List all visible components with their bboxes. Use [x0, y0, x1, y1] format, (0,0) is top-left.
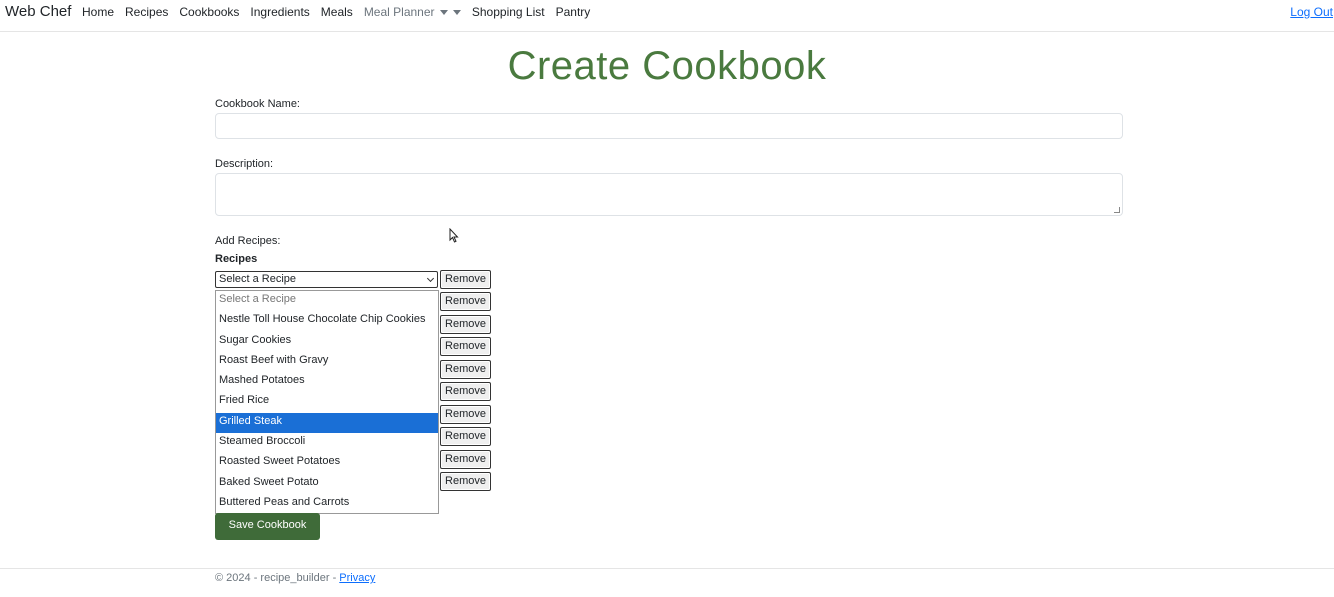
footer-copyright: © 2024 - recipe_builder - [215, 572, 340, 584]
remove-button[interactable]: Remove [440, 472, 491, 491]
dropdown-option[interactable]: Roast Beef with Gravy [216, 352, 438, 372]
logout-link[interactable]: Log Out [1290, 5, 1333, 19]
nav-meal-planner-dropdown[interactable]: Meal Planner [364, 5, 461, 19]
dropdown-option[interactable]: Nestle Toll House Chocolate Chip Cookies [216, 311, 438, 331]
nav-shopping-list[interactable]: Shopping List [472, 5, 545, 19]
remove-button[interactable]: Remove [440, 292, 491, 311]
dropdown-option-placeholder[interactable]: Select a Recipe [216, 291, 438, 311]
page-title: Create Cookbook [507, 44, 827, 88]
description-label: Description: [215, 158, 274, 170]
recipe-select[interactable]: Select a Recipe [215, 271, 438, 288]
recipe-select-value: Select a Recipe [219, 273, 297, 285]
footer: © 2024 - recipe_builder - Privacy [215, 572, 375, 584]
resize-handle-icon[interactable] [1114, 207, 1120, 213]
privacy-link[interactable]: Privacy [339, 572, 375, 584]
mouse-cursor-icon [449, 228, 459, 243]
nav-cookbooks[interactable]: Cookbooks [179, 5, 239, 19]
remove-button[interactable]: Remove [440, 337, 491, 356]
navbar: Web Chef Home Recipes Cookbooks Ingredie… [0, 0, 1334, 32]
dropdown-option[interactable]: Baked Sweet Potato [216, 474, 438, 494]
footer-divider [0, 568, 1334, 569]
remove-button[interactable]: Remove [440, 450, 491, 469]
dropdown-option[interactable]: Fried Rice [216, 392, 438, 412]
dropdown-option[interactable]: Mashed Potatoes [216, 372, 438, 392]
nav-recipes[interactable]: Recipes [125, 5, 168, 19]
cookbook-name-label: Cookbook Name: [215, 98, 300, 110]
add-recipes-label: Add Recipes: [215, 235, 281, 247]
description-textarea[interactable] [215, 173, 1123, 216]
remove-button[interactable]: Remove [440, 270, 491, 289]
caret-down-icon [439, 10, 448, 16]
chevron-down-icon [426, 274, 435, 283]
caret-down-icon [452, 10, 461, 16]
brand-link[interactable]: Web Chef [5, 3, 71, 20]
cookbook-name-input[interactable] [215, 113, 1123, 139]
nav-meals[interactable]: Meals [321, 5, 353, 19]
dropdown-option[interactable]: Buttered Peas and Carrots [216, 494, 438, 514]
nav-home[interactable]: Home [82, 5, 114, 19]
dropdown-option[interactable]: Steamed Broccoli [216, 433, 438, 453]
nav-links: Home Recipes Cookbooks Ingredients Meals… [82, 5, 601, 19]
dropdown-option-highlighted[interactable]: Grilled Steak [216, 412, 438, 434]
recipe-dropdown-list[interactable]: Select a Recipe Nestle Toll House Chocol… [215, 290, 439, 514]
remove-button[interactable]: Remove [440, 405, 491, 424]
remove-button[interactable]: Remove [440, 382, 491, 401]
nav-pantry[interactable]: Pantry [556, 5, 591, 19]
nav-ingredients[interactable]: Ingredients [250, 5, 309, 19]
save-cookbook-button[interactable]: Save Cookbook [215, 513, 320, 540]
remove-button[interactable]: Remove [440, 315, 491, 334]
dropdown-option[interactable]: Roasted Sweet Potatoes [216, 453, 438, 473]
dropdown-option[interactable]: Sugar Cookies [216, 332, 438, 352]
remove-button[interactable]: Remove [440, 427, 491, 446]
meal-planner-label: Meal Planner [363, 5, 435, 19]
recipes-heading: Recipes [215, 253, 258, 265]
remove-button[interactable]: Remove [440, 360, 491, 379]
